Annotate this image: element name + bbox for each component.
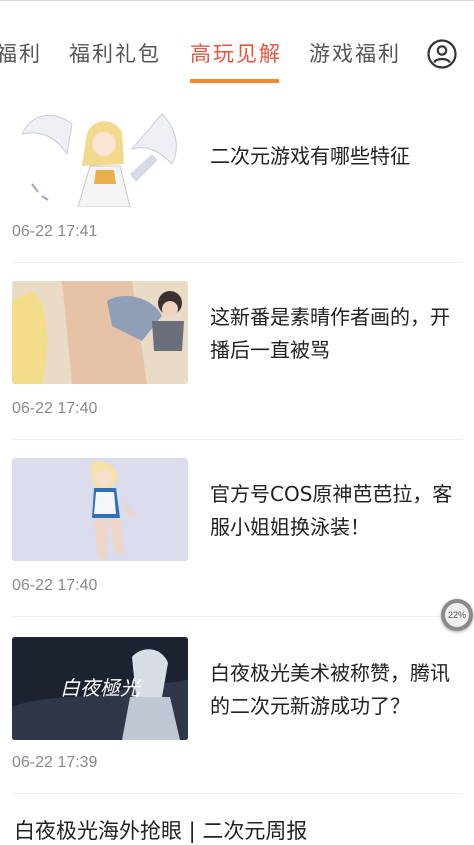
article-item[interactable]: 官方号COS原神芭芭拉，客服小姐姐换泳装！ 06-22 17:40 — [12, 440, 462, 617]
article-time: 06-22 17:40 — [12, 400, 98, 417]
article-item[interactable]: 这新番是素晴作者画的，开播后一直被骂 06-22 17:40 — [12, 263, 462, 440]
article-time: 06-22 17:40 — [12, 577, 98, 594]
article-thumbnail — [12, 104, 188, 207]
article-time: 06-22 17:41 — [12, 223, 98, 240]
article-title[interactable]: 官方号COS原神芭芭拉，客服小姐姐换泳装！ — [210, 478, 460, 544]
article-thumbnail: 白夜極光 — [12, 637, 188, 740]
top-divider — [0, 0, 474, 1]
article-item[interactable]: 白夜極光 白夜极光美术被称赞，腾讯的二次元新游成功了？ 06-22 17:39 — [12, 617, 462, 794]
article-title[interactable]: 这新番是素晴作者画的，开播后一直被骂 — [210, 301, 460, 367]
tab-expert-insights[interactable]: 高玩见解 — [190, 38, 282, 68]
profile-icon[interactable] — [427, 39, 457, 69]
article-title[interactable]: 二次元游戏有哪些特征 — [210, 140, 460, 173]
active-tab-indicator — [190, 79, 279, 83]
float-badge-label: 22% — [445, 603, 469, 627]
tab-welfare[interactable]: 福利 — [0, 38, 42, 68]
article-thumbnail — [12, 458, 188, 561]
tab-gift-packs[interactable]: 福利礼包 — [69, 38, 161, 68]
article-time: 06-22 17:39 — [12, 754, 98, 771]
item-divider — [12, 793, 462, 794]
tab-game-welfare[interactable]: 游戏福利 — [309, 38, 401, 68]
category-tabs: 福利 福利礼包 高玩见解 游戏福利 — [0, 28, 474, 86]
article-item[interactable]: 二次元游戏有哪些特征 06-22 17:41 — [12, 86, 462, 263]
article-title[interactable]: 白夜极光美术被称赞，腾讯的二次元新游成功了？ — [210, 657, 460, 723]
thumbnail-banner-text: 白夜極光 — [60, 676, 142, 700]
article-thumbnail — [12, 281, 188, 384]
partial-article-title[interactable]: 白夜极光海外抢眼 | 二次元周报 — [14, 815, 307, 845]
floating-progress-badge[interactable]: 22% — [441, 599, 473, 631]
